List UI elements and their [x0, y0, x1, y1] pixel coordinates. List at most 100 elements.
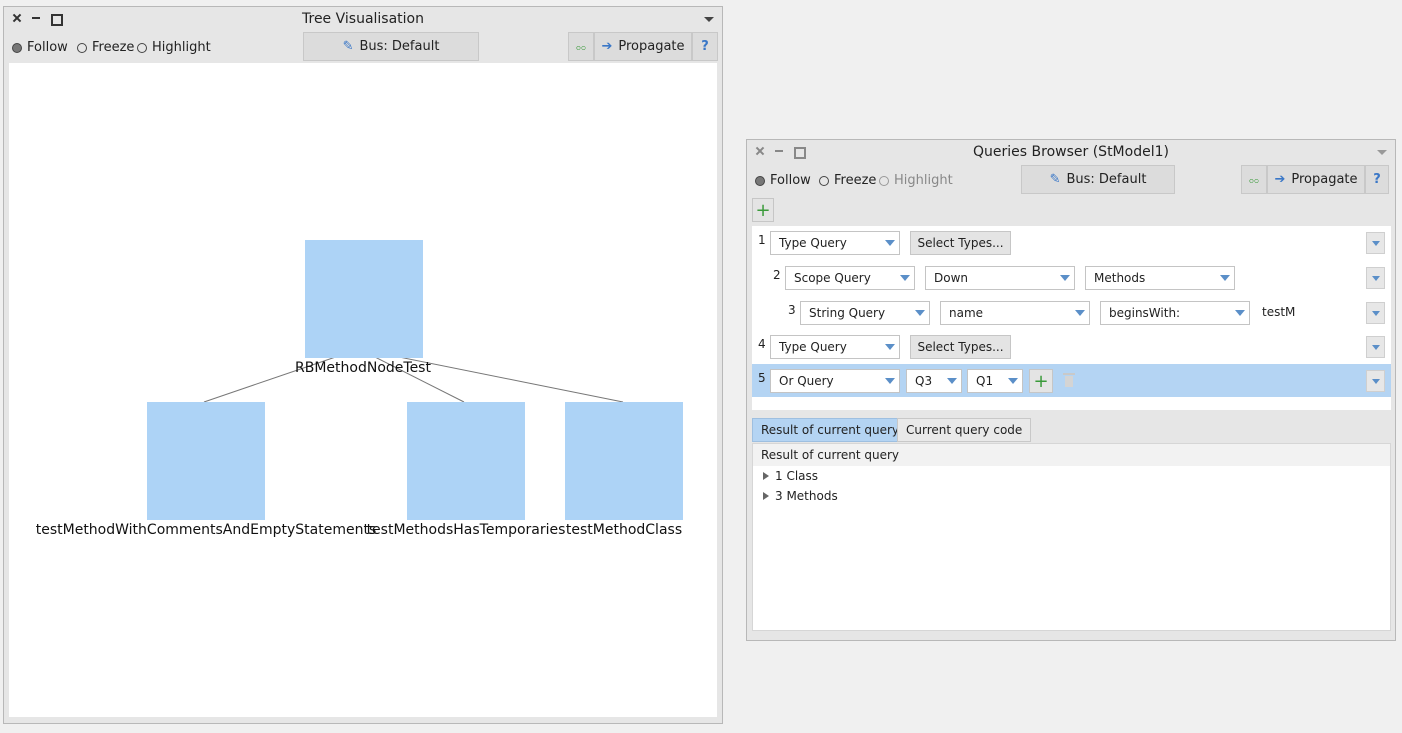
- follow-radio[interactable]: Follow: [755, 173, 811, 188]
- select-types-button[interactable]: Select Types...: [910, 335, 1011, 359]
- dropdown-value: Type Query: [779, 340, 847, 354]
- add-query-button[interactable]: +: [752, 198, 774, 222]
- tree-node-label: testMethodClass: [565, 522, 683, 538]
- query-type-dropdown[interactable]: Type Query: [770, 335, 900, 359]
- bus-label: Bus: Default: [359, 39, 440, 54]
- window-menu-icon[interactable]: [1377, 150, 1387, 155]
- button-label: Select Types...: [917, 340, 1004, 354]
- inspect-button[interactable]: ೲ: [568, 32, 594, 61]
- button-label: Select Types...: [917, 236, 1004, 250]
- query-type-dropdown[interactable]: Or Query: [770, 369, 900, 393]
- toolbar: Follow Freeze Highlight ✎ Bus: Default ೲ…: [747, 164, 1395, 196]
- trash-icon[interactable]: [1063, 373, 1075, 387]
- tree-canvas: RBMethodNodeTest testMethodWithCommentsA…: [9, 63, 717, 717]
- tree-node-root[interactable]: [305, 240, 423, 358]
- chevron-down-icon: [881, 336, 899, 358]
- arrow-right-icon: ➔: [1274, 172, 1286, 187]
- follow-label: Follow: [770, 173, 811, 188]
- freeze-label: Freeze: [92, 40, 135, 55]
- bus-button[interactable]: ✎ Bus: Default: [1021, 165, 1175, 194]
- highlight-radio: Highlight: [879, 173, 953, 188]
- help-icon: ?: [1373, 172, 1381, 187]
- string-value-field[interactable]: testM: [1262, 305, 1295, 319]
- chevron-down-icon: [881, 232, 899, 254]
- results-panel: Result of current query 1 Class 3 Method…: [752, 443, 1391, 631]
- query-number: 2: [773, 268, 781, 282]
- select-types-button[interactable]: Select Types...: [910, 231, 1011, 255]
- help-button[interactable]: ?: [1365, 165, 1389, 194]
- tree-visualisation-window: Tree Visualisation Follow Freeze Highlig…: [3, 6, 723, 724]
- query-row-menu-button[interactable]: [1366, 267, 1385, 289]
- window-menu-icon[interactable]: [704, 17, 714, 22]
- follow-label: Follow: [27, 40, 68, 55]
- arrow-right-icon: ➔: [601, 39, 613, 54]
- tree-node-label: testMethodsHasTemporaries: [366, 522, 566, 538]
- left-operand-dropdown[interactable]: Q3: [906, 369, 962, 393]
- radio-icon: [77, 42, 87, 53]
- query-type-dropdown[interactable]: String Query: [800, 301, 930, 325]
- scope-target-dropdown[interactable]: Methods: [1085, 266, 1235, 290]
- chevron-down-icon: [1231, 302, 1249, 324]
- query-row-menu-button[interactable]: [1366, 232, 1385, 254]
- tab-label: Current query code: [906, 423, 1023, 437]
- query-row-menu-button[interactable]: [1366, 302, 1385, 324]
- chevron-down-icon: [1071, 302, 1089, 324]
- plus-icon: +: [1033, 370, 1049, 392]
- tree-edges: [203, 348, 624, 403]
- freeze-label: Freeze: [834, 173, 877, 188]
- query-type-dropdown[interactable]: Type Query: [770, 231, 900, 255]
- add-operand-button[interactable]: +: [1029, 369, 1053, 393]
- dropdown-value: Or Query: [779, 374, 834, 388]
- radio-icon: [879, 175, 889, 186]
- result-tree-item[interactable]: 3 Methods: [763, 489, 838, 503]
- dropdown-value: Scope Query: [794, 271, 871, 285]
- expand-triangle-icon[interactable]: [763, 472, 769, 480]
- bus-button[interactable]: ✎ Bus: Default: [303, 32, 479, 61]
- inspect-button[interactable]: ೲ: [1241, 165, 1267, 194]
- selected-query-row[interactable]: 5 Or Query Q3 Q1 +: [752, 364, 1391, 397]
- chevron-down-icon: [1056, 267, 1074, 289]
- tree-node[interactable]: [407, 402, 525, 520]
- title-bar: Tree Visualisation: [4, 7, 722, 31]
- query-row-menu-button[interactable]: [1366, 370, 1385, 392]
- dropdown-value: Methods: [1094, 271, 1146, 285]
- result-tree-item[interactable]: 1 Class: [763, 469, 818, 483]
- result-label: 3 Methods: [775, 489, 838, 503]
- tab-current-query-code[interactable]: Current query code: [897, 418, 1032, 442]
- right-operand-dropdown[interactable]: Q1: [967, 369, 1023, 393]
- query-number: 4: [758, 337, 766, 351]
- tab-result-of-current-query[interactable]: Result of current query: [752, 418, 909, 442]
- query-type-dropdown[interactable]: Scope Query: [785, 266, 915, 290]
- scope-direction-dropdown[interactable]: Down: [925, 266, 1075, 290]
- dropdown-value: Q1: [976, 374, 994, 388]
- tab-label: Result of current query: [761, 423, 900, 437]
- tree-node-label: testMethodWithCommentsAndEmptyStatements: [35, 522, 377, 538]
- highlight-radio[interactable]: Highlight: [137, 40, 211, 55]
- propagate-button[interactable]: ➔ Propagate: [1267, 165, 1365, 194]
- dropdown-value: Q3: [915, 374, 933, 388]
- freeze-radio[interactable]: Freeze: [819, 173, 876, 188]
- tree-node-label: RBMethodNodeTest: [295, 360, 431, 376]
- chevron-down-icon: [911, 302, 929, 324]
- radio-selected-icon: [12, 42, 22, 53]
- propagate-button[interactable]: ➔ Propagate: [594, 32, 692, 61]
- follow-radio[interactable]: Follow: [12, 40, 68, 55]
- toolbar: Follow Freeze Highlight ✎ Bus: Default ೲ…: [4, 31, 722, 63]
- propagate-label: Propagate: [1291, 172, 1358, 187]
- dropdown-value: Down: [934, 271, 969, 285]
- queries-browser-window: Queries Browser (StModel1) Follow Freeze…: [746, 139, 1396, 641]
- tree-node[interactable]: [147, 402, 265, 520]
- expand-triangle-icon[interactable]: [763, 492, 769, 500]
- query-row-menu-button[interactable]: [1366, 336, 1385, 358]
- pencil-icon: ✎: [1049, 172, 1061, 187]
- query-list: 1 Type Query Select Types... 2 Scope Que…: [752, 226, 1391, 410]
- dropdown-value: String Query: [809, 306, 886, 320]
- tree-node[interactable]: [565, 402, 683, 520]
- operator-dropdown[interactable]: beginsWith:: [1100, 301, 1250, 325]
- freeze-radio[interactable]: Freeze: [77, 40, 134, 55]
- glasses-icon: ೲ: [1248, 172, 1260, 187]
- help-button[interactable]: ?: [692, 32, 718, 61]
- property-dropdown[interactable]: name: [940, 301, 1090, 325]
- query-number: 1: [758, 233, 766, 247]
- results-header: Result of current query: [753, 444, 1390, 466]
